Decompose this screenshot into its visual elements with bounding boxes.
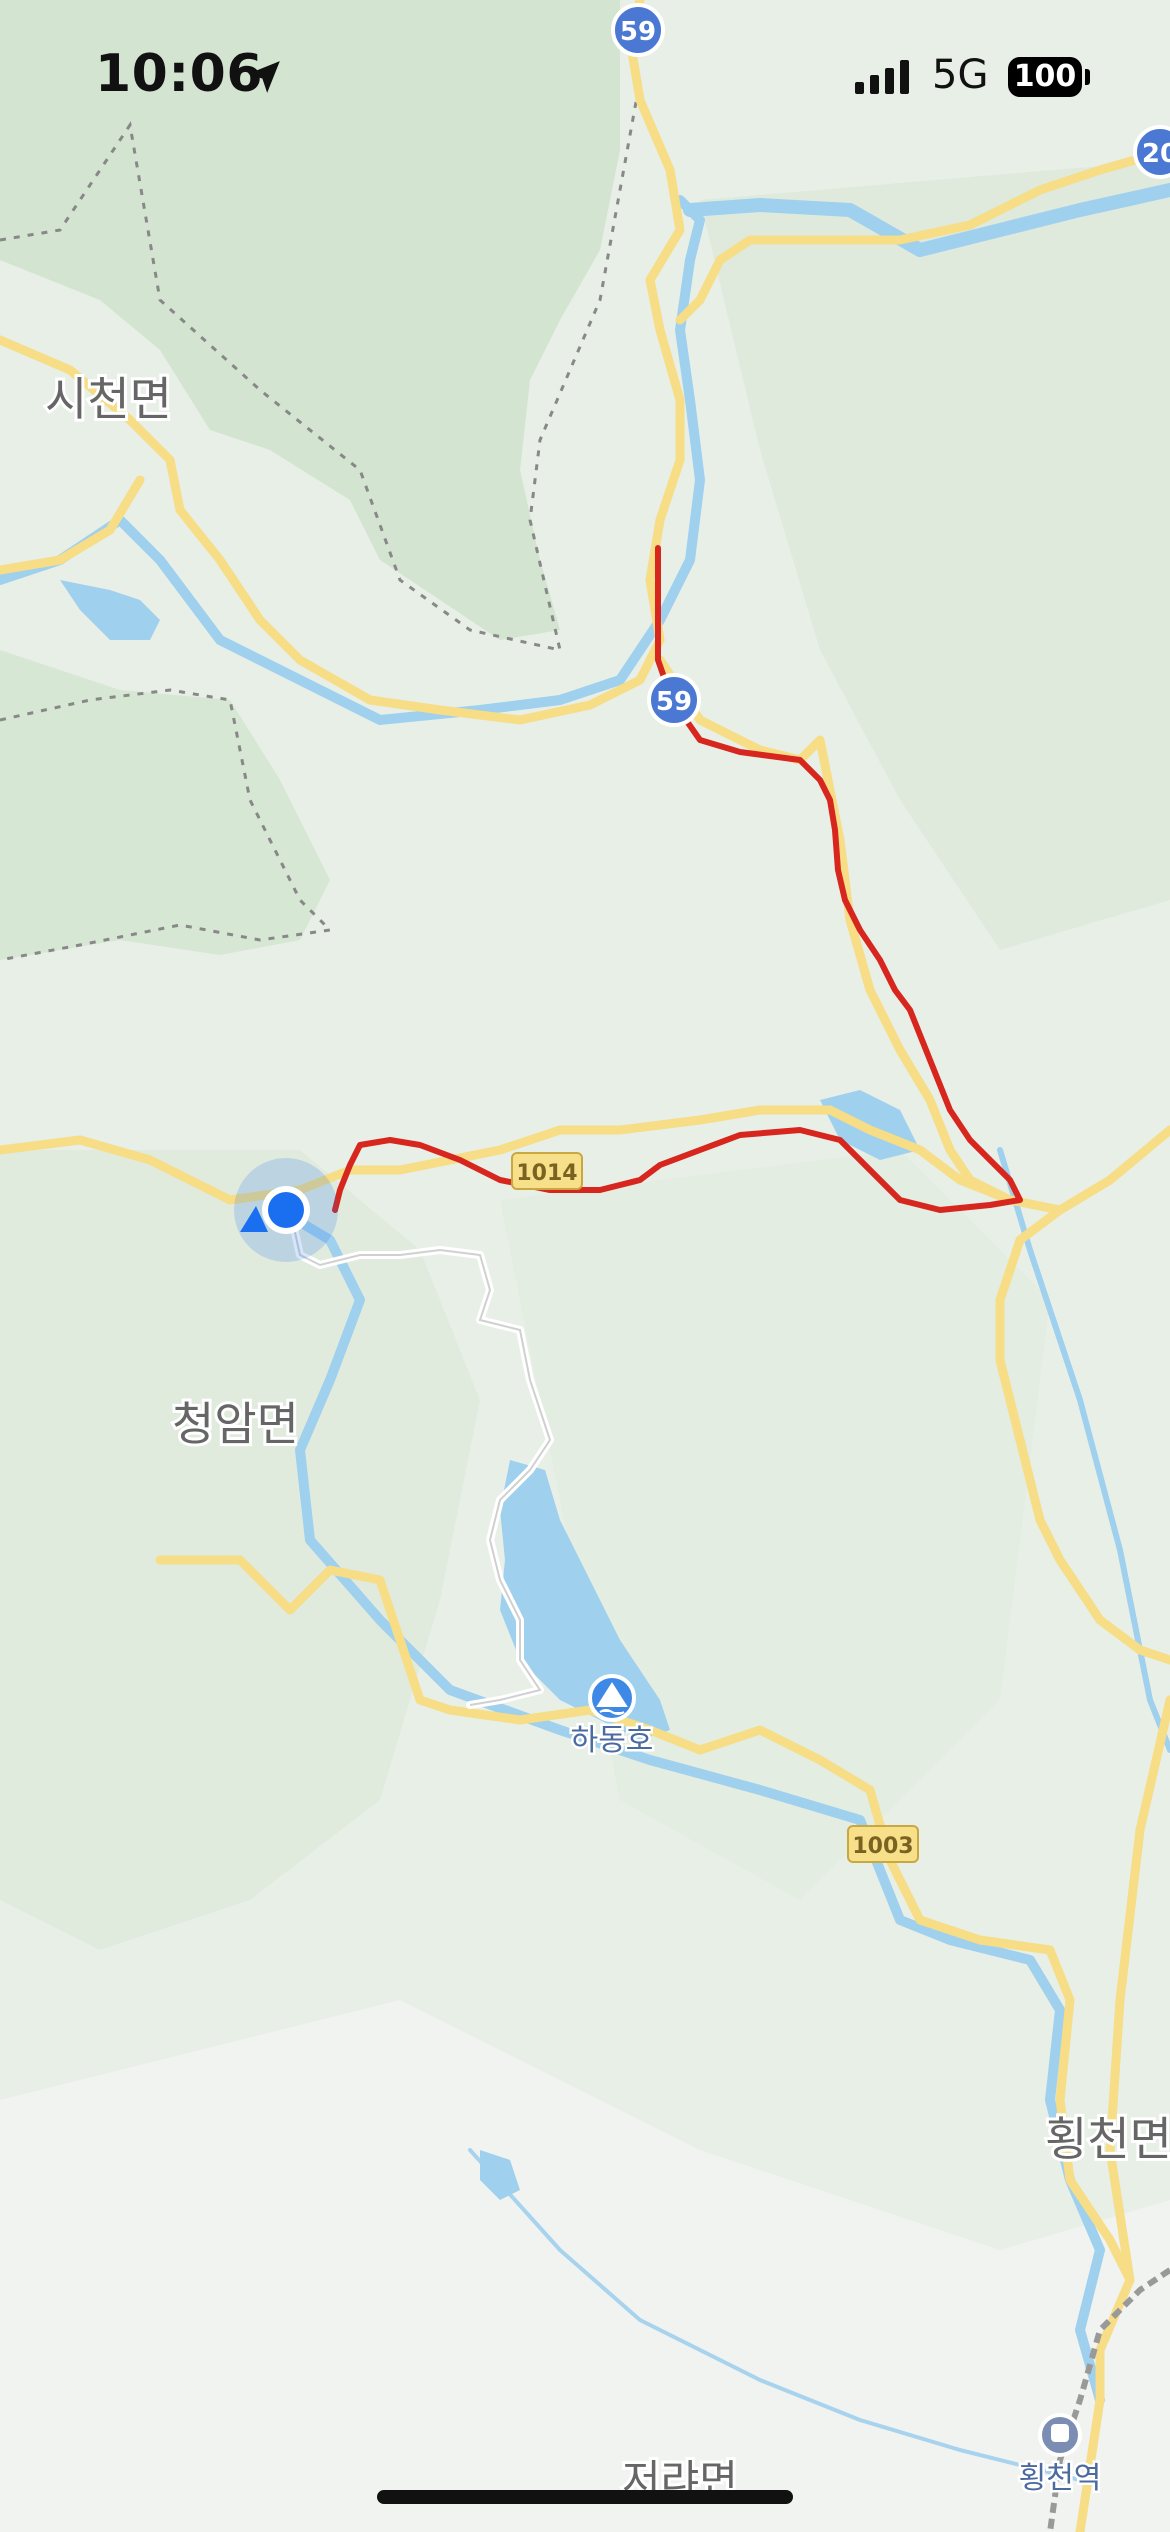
user-location[interactable]: [234, 1158, 338, 1262]
network-type: 5G: [932, 52, 989, 98]
shield-1014-label: 1014: [516, 1161, 577, 1186]
home-indicator[interactable]: [377, 2490, 793, 2504]
cellular-signal-icon: [855, 60, 909, 94]
shield-59-mid: 59: [647, 673, 701, 727]
poi-hadongho-label: 하동호: [571, 1723, 654, 1758]
status-time: 10:06: [95, 44, 264, 104]
train-icon: [1051, 2424, 1069, 2442]
poi-hoengcheon-station-label: 횡천역: [1019, 2461, 1102, 2496]
location-services-icon: [248, 61, 280, 93]
battery-icon: 100: [1008, 57, 1082, 97]
place-label-hoengcheon[interactable]: 횡천면: [1042, 2109, 1170, 2169]
shield-1003: 1003: [847, 1825, 919, 1863]
place-label-cheongam[interactable]: 청암면: [169, 1394, 302, 1454]
place-label-sicheon[interactable]: 시천면: [42, 369, 175, 429]
battery-level: 100: [1013, 59, 1077, 94]
shield-59-mid-label: 59: [656, 687, 692, 717]
status-bar: 10:06 5G 100: [0, 0, 1170, 150]
shield-1003-label: 1003: [852, 1834, 913, 1859]
battery-tip: [1085, 69, 1090, 85]
shield-1014: 1014: [511, 1152, 583, 1190]
map-canvas[interactable]: 59 59 20 1014 1003 시천면 청암면 횡천면 저랴면 하동호 횡…: [0, 0, 1170, 2532]
